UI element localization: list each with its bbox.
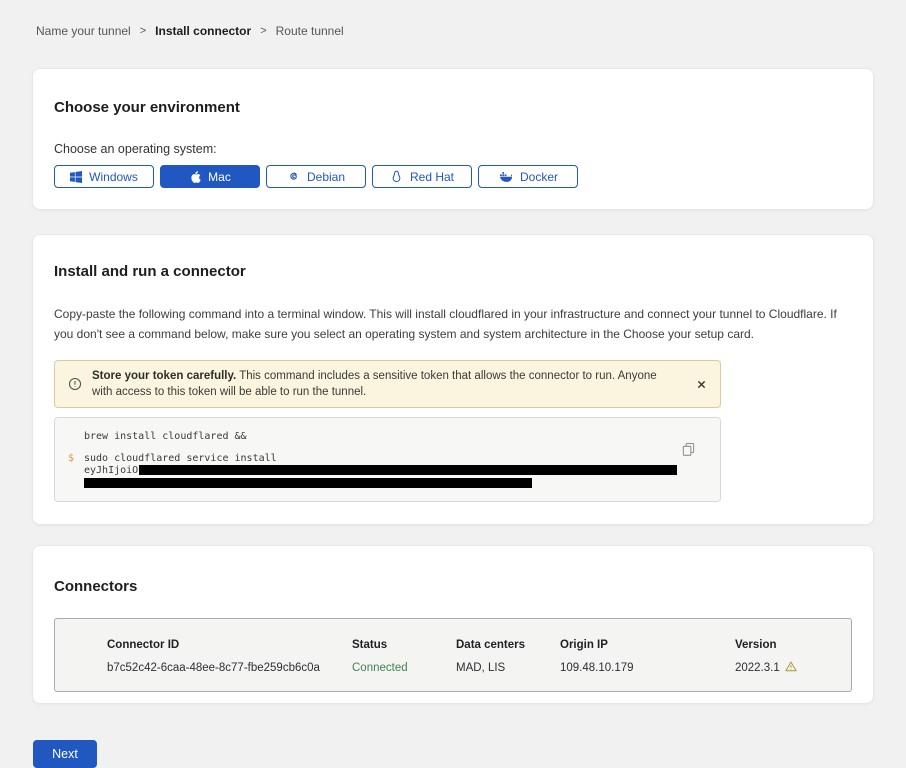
token-prefix-text: eyJhIjoiO — [84, 465, 138, 476]
column-header-origin-ip: Origin IP — [560, 639, 735, 651]
os-button-label: Docker — [520, 170, 558, 184]
redacted-token-bar — [139, 465, 677, 475]
version-number: 2022.3.1 — [735, 662, 780, 674]
os-button-label: Red Hat — [410, 170, 454, 184]
connector-id-value: b7c52c42-6caa-48ee-8c77-fbe259cb6c0a — [107, 662, 352, 674]
banner-close-button[interactable] — [695, 375, 708, 394]
code-line-brew: brew install cloudflared && — [55, 431, 720, 443]
connectors-card: Connectors Connector ID Status Data cent… — [32, 545, 874, 704]
install-connector-card: Install and run a connector Copy-paste t… — [32, 234, 874, 525]
os-button-label: Windows — [89, 170, 138, 184]
os-button-debian[interactable]: Debian — [266, 165, 366, 188]
environment-card: Choose your environment Choose an operat… — [32, 68, 874, 210]
column-header-version: Version — [735, 639, 841, 651]
token-warning-banner: Store your token carefully. This command… — [54, 360, 721, 408]
connector-status-value: Connected — [352, 662, 456, 674]
next-button[interactable]: Next — [33, 740, 97, 768]
column-header-data-centers: Data centers — [456, 639, 560, 651]
connectors-table: Connector ID Status Data centers Origin … — [54, 618, 852, 692]
install-description: Copy-paste the following command into a … — [54, 304, 849, 344]
copy-command-button[interactable] — [681, 442, 696, 460]
chevron-right-separator: > — [260, 25, 266, 37]
info-alert-icon — [68, 377, 82, 391]
os-button-redhat[interactable]: Red Hat — [372, 165, 472, 188]
install-card-title: Install and run a connector — [54, 263, 852, 280]
breadcrumb: Name your tunnel > Install connector > R… — [0, 0, 906, 38]
os-button-windows[interactable]: Windows — [54, 165, 154, 188]
os-button-group: Windows Mac Debian Red Hat Docker — [54, 165, 852, 188]
redhat-icon — [390, 170, 403, 183]
connector-origin-ip-value: 109.48.10.179 — [560, 662, 735, 674]
shell-prompt: $ — [55, 453, 84, 465]
os-button-mac[interactable]: Mac — [160, 165, 260, 188]
windows-icon — [70, 171, 82, 183]
docker-icon — [498, 170, 513, 183]
chevron-right-separator: > — [140, 25, 146, 37]
close-icon — [697, 377, 706, 392]
redacted-token-bar — [84, 478, 532, 488]
column-header-status: Status — [352, 639, 456, 651]
os-button-label: Mac — [208, 170, 231, 184]
breadcrumb-step-route-tunnel[interactable]: Route tunnel — [276, 24, 344, 38]
code-line-token: eyJhIjoiO — [55, 465, 720, 477]
install-command-code-block: brew install cloudflared && $ sudo cloud… — [54, 417, 721, 502]
debian-icon — [287, 170, 300, 183]
code-line-service-install: $ sudo cloudflared service install — [55, 453, 720, 465]
connector-version-value: 2022.3.1 — [735, 661, 841, 675]
connector-data-centers-value: MAD, LIS — [456, 662, 560, 674]
os-button-label: Debian — [307, 170, 345, 184]
environment-card-title: Choose your environment — [54, 99, 852, 116]
token-warning-text: Store your token carefully. This command… — [92, 368, 672, 400]
token-warning-title: Store your token carefully. — [92, 370, 236, 382]
os-select-label: Choose an operating system: — [54, 142, 852, 156]
column-header-connector-id: Connector ID — [107, 639, 352, 651]
code-command-text: sudo cloudflared service install — [84, 453, 277, 465]
version-warning-icon — [785, 661, 797, 675]
os-button-docker[interactable]: Docker — [478, 165, 578, 188]
breadcrumb-step-install-connector[interactable]: Install connector — [155, 24, 251, 38]
apple-icon — [189, 170, 201, 184]
code-line-token-continued — [55, 478, 720, 489]
copy-icon — [681, 442, 696, 460]
breadcrumb-step-name-tunnel[interactable]: Name your tunnel — [36, 24, 131, 38]
connectors-card-title: Connectors — [54, 578, 852, 595]
